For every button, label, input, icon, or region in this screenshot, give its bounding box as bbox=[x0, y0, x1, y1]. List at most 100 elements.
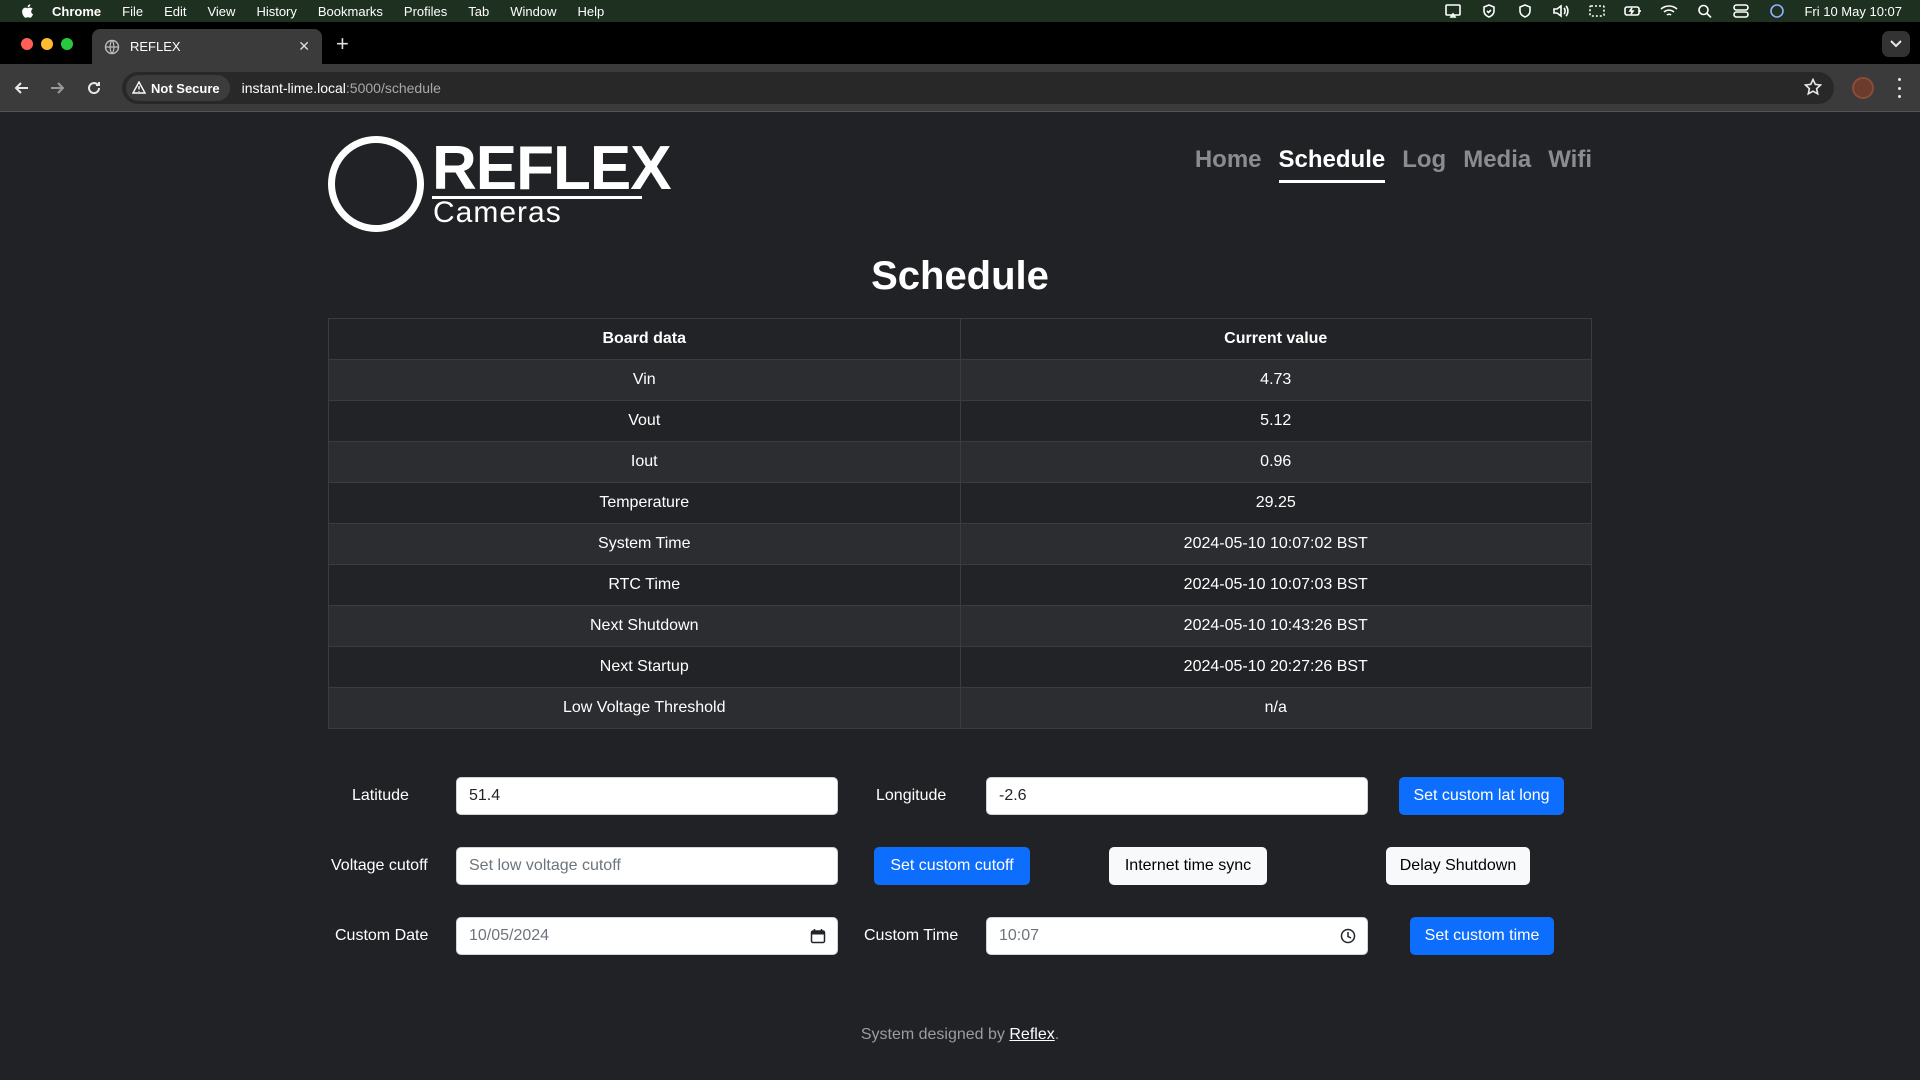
volume-icon[interactable] bbox=[1552, 4, 1570, 18]
vpn-shield-icon[interactable] bbox=[1480, 4, 1498, 18]
logo-subtitle: Cameras bbox=[433, 196, 562, 229]
table-header-row: Board data Current value bbox=[328, 318, 1592, 360]
custom-time-field bbox=[986, 917, 1368, 955]
zoom-window-button[interactable] bbox=[61, 38, 73, 50]
security-label: Not Secure bbox=[151, 80, 220, 96]
menu-bookmarks[interactable]: Bookmarks bbox=[318, 4, 383, 19]
not-secure-chip[interactable]: Not Secure bbox=[126, 75, 230, 101]
menu-chrome[interactable]: Chrome bbox=[52, 4, 101, 19]
menu-profiles[interactable]: Profiles bbox=[404, 4, 447, 19]
calendar-icon[interactable] bbox=[810, 928, 826, 944]
clock-icon[interactable] bbox=[1340, 928, 1356, 944]
set-custom-time-button[interactable]: Set custom time bbox=[1410, 917, 1554, 955]
url-host: instant-lime.local bbox=[241, 80, 346, 96]
browser-tabstrip: REFLEX ✕ + bbox=[0, 22, 1920, 64]
board-data-table: Board data Current value Vin 4.73 Vout 5.1… bbox=[328, 318, 1592, 729]
voltage-cutoff-input[interactable] bbox=[456, 847, 838, 885]
tab-search-button[interactable] bbox=[1882, 31, 1910, 57]
logo-ring bbox=[328, 136, 424, 232]
footer-prefix: System designed by bbox=[860, 1026, 1010, 1043]
footer-suffix: . bbox=[1054, 1026, 1060, 1043]
row-value: 0.96 bbox=[959, 441, 1592, 483]
table-row: Vout 5.12 bbox=[328, 400, 1592, 442]
wifi-icon[interactable] bbox=[1660, 4, 1678, 18]
browser-tab[interactable]: REFLEX ✕ bbox=[92, 29, 322, 64]
row-label: Vout bbox=[328, 400, 961, 442]
custom-date-field bbox=[456, 917, 838, 955]
latlong-row: Latitude Longitude Set custom lat long bbox=[328, 777, 1592, 815]
header-board-data: Board data bbox=[328, 318, 961, 360]
row-value: n/a bbox=[959, 687, 1592, 729]
chrome-menu-icon[interactable] bbox=[1896, 78, 1902, 98]
siri-icon[interactable] bbox=[1768, 4, 1786, 18]
footer-reflex-link[interactable]: Reflex bbox=[1009, 1026, 1054, 1043]
voltage-cutoff-label: Voltage cutoff bbox=[331, 857, 428, 874]
window-controls bbox=[21, 38, 73, 50]
row-label: Next Shutdown bbox=[328, 605, 961, 647]
menubar-clock[interactable]: Fri 10 May 10:07 bbox=[1804, 4, 1902, 19]
profile-avatar[interactable] bbox=[1852, 77, 1874, 99]
minimize-window-button[interactable] bbox=[41, 38, 53, 50]
row-value: 2024-05-10 10:07:03 BST bbox=[959, 564, 1592, 606]
menu-tab[interactable]: Tab bbox=[468, 4, 489, 19]
row-label: Temperature bbox=[328, 482, 961, 524]
back-icon[interactable] bbox=[12, 78, 32, 98]
url-path: :5000/schedule bbox=[345, 80, 441, 96]
menu-history[interactable]: History bbox=[256, 4, 296, 19]
menu-window[interactable]: Window bbox=[510, 4, 556, 19]
table-row: Vin 4.73 bbox=[328, 359, 1592, 401]
header-current-value: Current value bbox=[959, 318, 1592, 360]
globe-icon bbox=[104, 39, 120, 54]
nav-home[interactable]: Home bbox=[1195, 146, 1262, 183]
table-row: Next Shutdown 2024-05-10 10:43:26 BST bbox=[328, 605, 1592, 647]
nav-media[interactable]: Media bbox=[1463, 146, 1531, 183]
control-center-icon[interactable] bbox=[1732, 4, 1750, 18]
reflex-logo[interactable]: REFLEX Cameras bbox=[328, 136, 672, 236]
internet-time-sync-button[interactable]: Internet time sync bbox=[1109, 847, 1267, 885]
row-value: 2024-05-10 10:43:26 BST bbox=[959, 605, 1592, 647]
reload-icon[interactable] bbox=[84, 78, 104, 98]
apple-icon[interactable] bbox=[20, 3, 34, 19]
row-value: 2024-05-10 10:07:02 BST bbox=[959, 523, 1592, 565]
delay-shutdown-button[interactable]: Delay Shutdown bbox=[1386, 847, 1530, 885]
table-row: System Time 2024-05-10 10:07:02 BST bbox=[328, 523, 1592, 565]
row-value: 4.73 bbox=[959, 359, 1592, 401]
menu-help[interactable]: Help bbox=[578, 4, 605, 19]
row-value: 5.12 bbox=[959, 400, 1592, 442]
logo-title: REFLEX bbox=[432, 134, 672, 203]
nav-wifi[interactable]: Wifi bbox=[1548, 146, 1592, 183]
row-label: Low Voltage Threshold bbox=[328, 687, 961, 729]
nav-log[interactable]: Log bbox=[1402, 146, 1446, 183]
chevron-down-icon bbox=[1890, 40, 1902, 48]
custom-date-input[interactable] bbox=[456, 917, 838, 955]
custom-time-input[interactable] bbox=[986, 917, 1368, 955]
new-tab-icon[interactable]: + bbox=[336, 32, 349, 56]
longitude-input[interactable] bbox=[986, 777, 1368, 815]
menu-view[interactable]: View bbox=[207, 4, 235, 19]
security-shield-icon[interactable] bbox=[1516, 4, 1534, 18]
screen-mirror-icon[interactable] bbox=[1444, 4, 1462, 18]
forward-icon[interactable] bbox=[47, 78, 67, 98]
display-icon[interactable] bbox=[1588, 4, 1606, 18]
table-row: Iout 0.96 bbox=[328, 441, 1592, 483]
spotlight-search-icon[interactable] bbox=[1696, 4, 1714, 18]
tab-title: REFLEX bbox=[130, 39, 181, 54]
row-value: 29.25 bbox=[959, 482, 1592, 524]
browser-toolbar: Not Secure instant-lime.local:5000/sched… bbox=[0, 64, 1920, 112]
menu-file[interactable]: File bbox=[122, 4, 143, 19]
bookmark-star-icon[interactable] bbox=[1803, 77, 1824, 98]
battery-icon[interactable] bbox=[1624, 4, 1642, 18]
close-tab-icon[interactable]: ✕ bbox=[298, 38, 310, 55]
address-bar[interactable]: Not Secure instant-lime.local:5000/sched… bbox=[122, 72, 1834, 104]
row-label: Vin bbox=[328, 359, 961, 401]
menu-edit[interactable]: Edit bbox=[164, 4, 186, 19]
latitude-label: Latitude bbox=[352, 787, 409, 804]
voltage-row: Voltage cutoff Set custom cutoff Interne… bbox=[328, 847, 1592, 885]
latitude-input[interactable] bbox=[456, 777, 838, 815]
page-title: Schedule bbox=[871, 254, 1049, 298]
set-custom-cutoff-button[interactable]: Set custom cutoff bbox=[874, 847, 1030, 885]
set-custom-latlong-button[interactable]: Set custom lat long bbox=[1399, 777, 1564, 815]
close-window-button[interactable] bbox=[21, 38, 33, 50]
table-row: Low Voltage Threshold n/a bbox=[328, 687, 1592, 729]
nav-schedule[interactable]: Schedule bbox=[1278, 146, 1386, 183]
